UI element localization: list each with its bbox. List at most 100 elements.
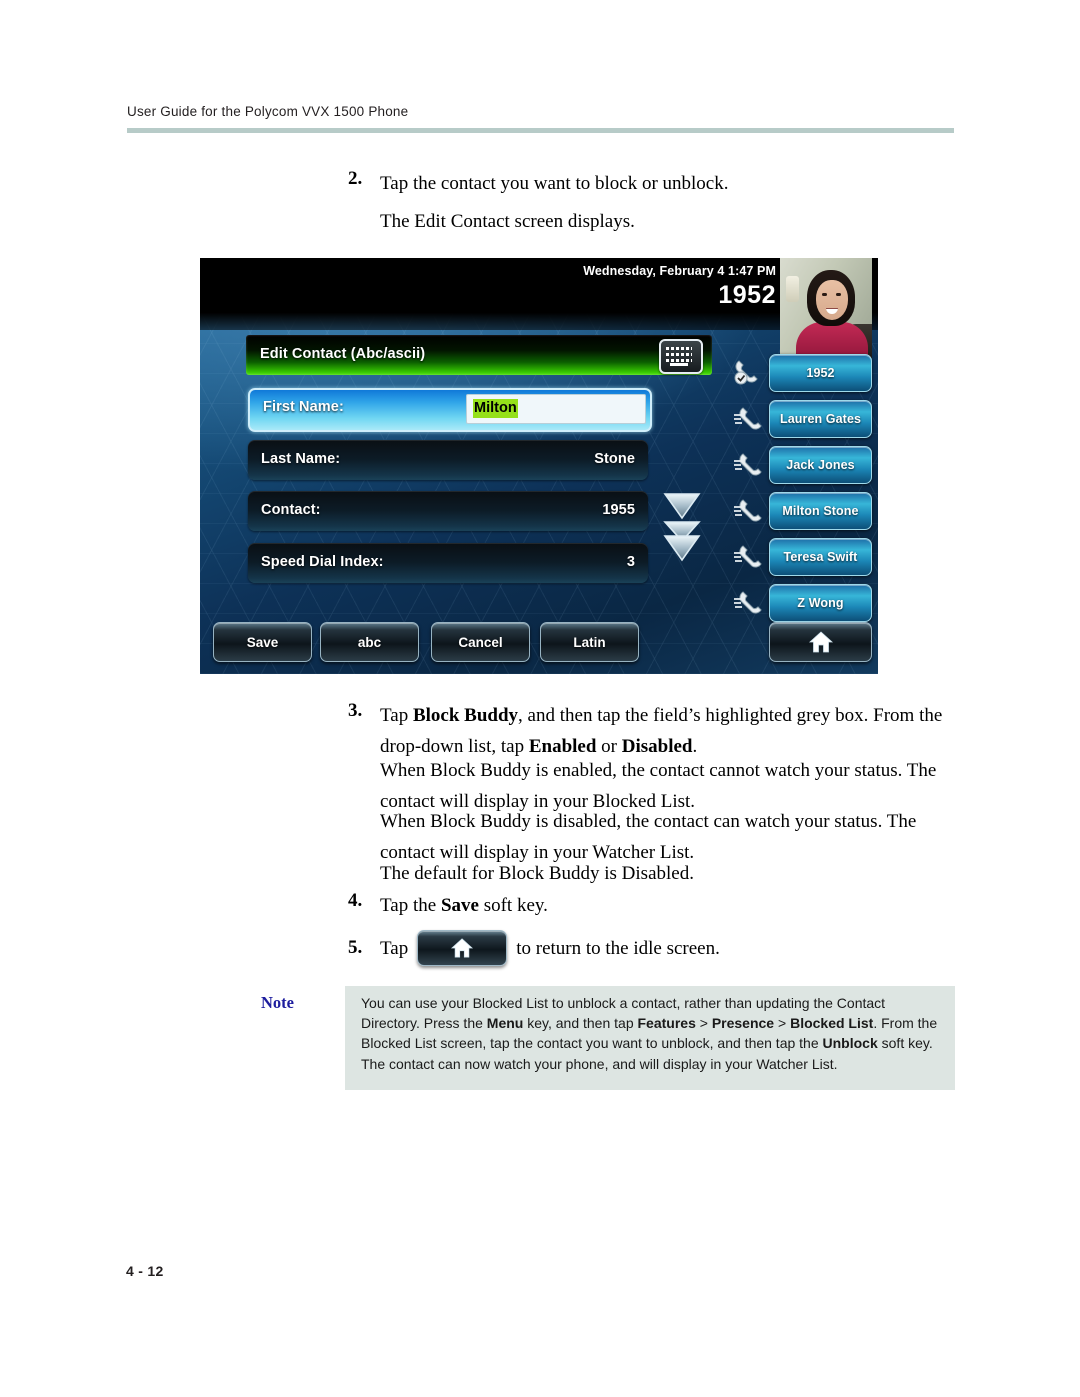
- softkey-abc-label: abc: [357, 634, 382, 650]
- s3-t1: Tap: [380, 705, 413, 726]
- scroll-page-down-icon[interactable]: [662, 519, 701, 562]
- line-key-milton-stone-label: Milton Stone: [782, 504, 859, 518]
- s5-t2: to return to the idle screen.: [516, 937, 720, 959]
- step-3-paragraph-4: The default for Block Buddy is Disabled.: [380, 863, 694, 884]
- line-key-lauren-gates-button[interactable]: Lauren Gates: [769, 400, 872, 438]
- home-key-button[interactable]: [769, 622, 872, 662]
- step-4-number: 4.: [348, 890, 363, 911]
- note-features: Features: [637, 1015, 696, 1032]
- running-header-text: User Guide for the Polycom VVX 1500 Phon…: [127, 104, 409, 119]
- keyboard-icon[interactable]: [659, 339, 703, 374]
- handset-icon: [732, 542, 766, 572]
- running-header: User Guide for the Polycom VVX 1500 Phon…: [127, 104, 954, 133]
- s4-save: Save: [440, 895, 479, 916]
- step-2-line-2: The Edit Contact screen displays.: [380, 211, 635, 232]
- field-last-name-label: Last Name:: [261, 451, 341, 467]
- softkey-latin[interactable]: Latin: [540, 622, 639, 662]
- step-2-number: 2.: [348, 168, 363, 189]
- status-bar: [200, 258, 878, 330]
- line-key-milton-stone-button[interactable]: Milton Stone: [769, 492, 872, 530]
- field-speed-dial-index[interactable]: Speed Dial Index: 3: [248, 543, 648, 583]
- s4-t2: soft key.: [478, 895, 548, 916]
- keyboard-row-2: [666, 353, 692, 356]
- step-3-number: 3.: [348, 700, 363, 721]
- handset-registered-icon: [732, 357, 766, 387]
- field-last-name[interactable]: Last Name: Stone: [248, 440, 648, 480]
- step-5-number: 5.: [348, 937, 363, 958]
- field-first-name-input[interactable]: Milton: [466, 394, 646, 424]
- video-eye-left: [822, 293, 827, 296]
- s5-t1: Tap: [380, 937, 409, 959]
- softkey-cancel[interactable]: Cancel: [431, 622, 530, 662]
- scroll-down-icon[interactable]: [662, 490, 701, 520]
- note-unblock: Unblock: [822, 1035, 878, 1052]
- line-key-1952-label: 1952: [806, 366, 835, 380]
- softkey-save-label: Save: [246, 634, 279, 650]
- field-first-name[interactable]: First Name: Milton: [248, 388, 652, 432]
- edit-contact-title-bar: Edit Contact (Abc/ascii): [246, 335, 712, 375]
- note-presence: Presence: [711, 1015, 775, 1032]
- s3-enabled: Enabled: [528, 736, 597, 757]
- softkey-abc[interactable]: abc: [320, 622, 419, 662]
- s3-block-buddy: Block Buddy: [412, 705, 519, 726]
- s3-disabled: Disabled: [621, 736, 693, 757]
- softkey-save[interactable]: Save: [213, 622, 312, 662]
- handset-icon: [732, 404, 766, 434]
- header-rule: [127, 128, 954, 133]
- video-face: [816, 280, 848, 320]
- video-lamp: [786, 276, 799, 302]
- step-2-body: Tap the contact you want to block or unb…: [380, 168, 729, 237]
- step-5: 5. Tap to return to the idle screen.: [348, 930, 968, 966]
- field-last-name-value: Stone: [594, 451, 635, 467]
- line-key-1952-button[interactable]: 1952: [769, 354, 872, 392]
- status-date-time: Wednesday, February 4 1:47 PM: [583, 264, 776, 278]
- line-key-lauren-gates-label: Lauren Gates: [779, 412, 862, 426]
- step-3-body: Tap Block Buddy, and then tap the field’…: [380, 700, 968, 762]
- line-key-jack-jones-button[interactable]: Jack Jones: [769, 446, 872, 484]
- line-key-teresa-swift-button[interactable]: Teresa Swift: [769, 538, 872, 576]
- keyboard-row-1: [666, 347, 692, 350]
- handset-icon: [732, 588, 766, 618]
- note-label: Note: [261, 993, 294, 1012]
- note-text: You can use your Blocked List to unblock…: [361, 993, 943, 1074]
- field-first-name-value: Milton: [473, 399, 518, 418]
- step-3-paragraph-1: Tap Block Buddy, and then tap the field’…: [380, 700, 968, 762]
- step-2: 2. Tap the contact you want to block or …: [348, 168, 988, 237]
- note-box: You can use your Blocked List to unblock…: [345, 986, 955, 1090]
- keyboard-spacebar: [670, 363, 688, 366]
- note-t3: >: [695, 1015, 712, 1032]
- phone-screen-image: Wednesday, February 4 1:47 PM 1952 Edit …: [200, 258, 878, 674]
- step-4: 4. Tap the Save soft key.: [348, 890, 968, 921]
- s4-t1: Tap the: [380, 895, 441, 916]
- line-key-z-wong-button[interactable]: Z Wong: [769, 584, 872, 622]
- field-contact-value: 1955: [602, 502, 635, 518]
- step-5-body: Tap to return to the idle screen.: [380, 930, 720, 966]
- status-extension: 1952: [718, 281, 776, 309]
- field-speed-dial-index-value: 3: [626, 554, 635, 570]
- page-number: 4 - 12: [126, 1263, 164, 1279]
- line-key-z-wong-label: Z Wong: [797, 596, 844, 610]
- self-view-video[interactable]: [780, 258, 872, 358]
- note-menu: Menu: [486, 1015, 524, 1032]
- video-eye-right: [836, 293, 841, 296]
- field-contact[interactable]: Contact: 1955: [248, 491, 648, 531]
- video-torso: [796, 322, 868, 358]
- field-contact-label: Contact:: [261, 502, 321, 518]
- home-icon[interactable]: [417, 930, 508, 966]
- step-4-body: Tap the Save soft key.: [380, 890, 548, 921]
- handset-icon: [732, 450, 766, 480]
- field-speed-dial-index-label: Speed Dial Index:: [261, 554, 384, 570]
- home-icon: [808, 630, 834, 654]
- line-key-teresa-swift-label: Teresa Swift: [783, 550, 858, 564]
- scroll-indicators: [662, 490, 706, 562]
- handset-icon: [732, 496, 766, 526]
- s3-t4: .: [692, 736, 698, 757]
- softkey-latin-label: Latin: [573, 634, 606, 650]
- note-blocked-list: Blocked List: [790, 1015, 874, 1032]
- edit-contact-title: Edit Contact (Abc/ascii): [260, 346, 426, 362]
- note-t4: >: [774, 1015, 791, 1032]
- step-2-line-1: Tap the contact you want to block or unb…: [380, 173, 729, 194]
- field-first-name-label: First Name:: [263, 399, 344, 415]
- softkey-cancel-label: Cancel: [458, 634, 503, 650]
- s3-t3: or: [596, 736, 622, 757]
